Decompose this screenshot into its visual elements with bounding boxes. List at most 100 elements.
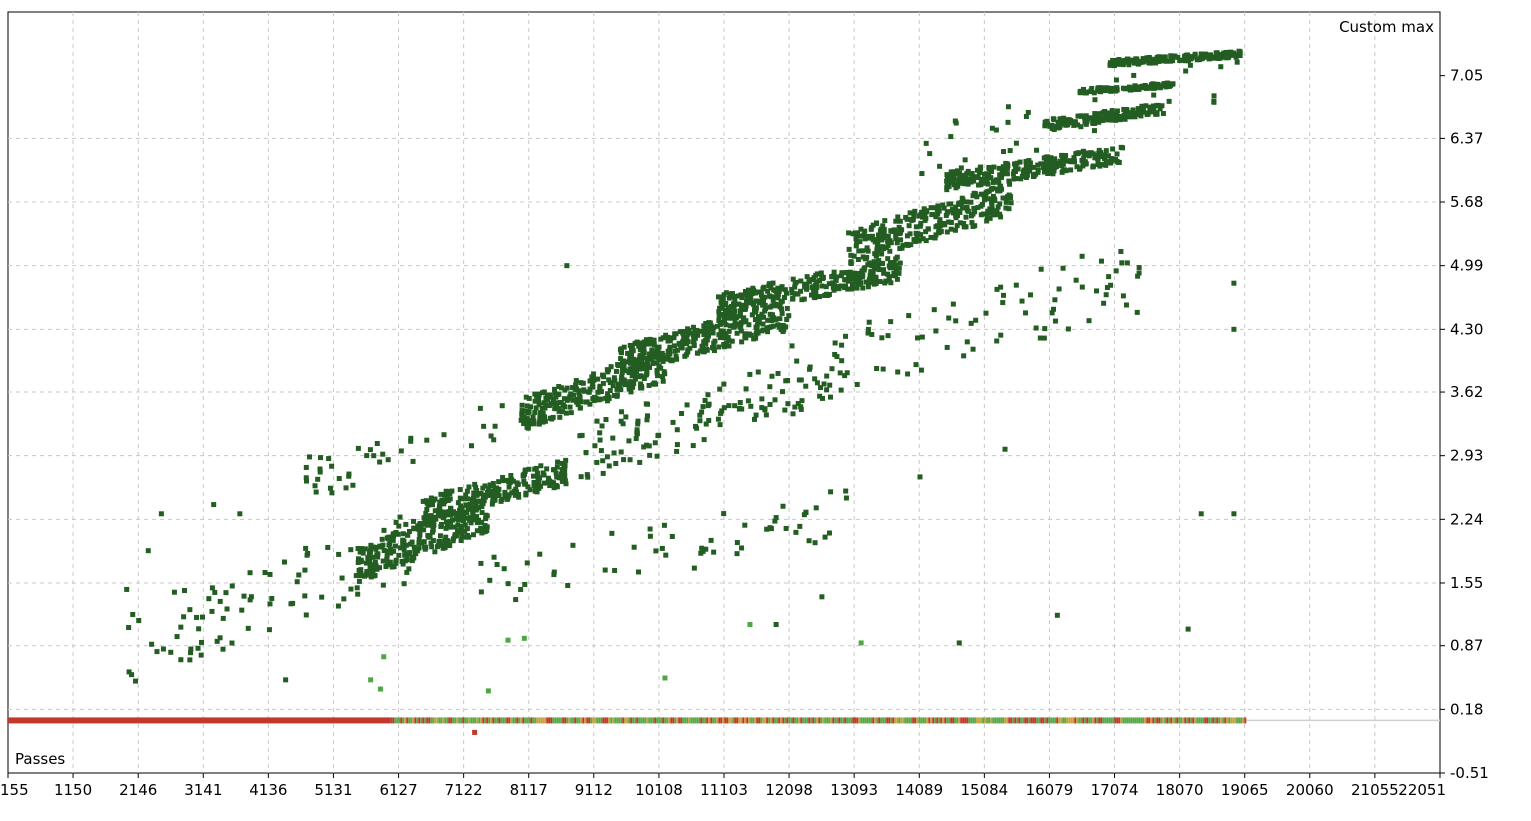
scatter-point <box>1042 326 1048 332</box>
pass-tick <box>704 717 707 724</box>
scatter-point <box>655 352 661 358</box>
scatter-point <box>636 374 642 380</box>
pass-tick <box>1180 717 1183 724</box>
pass-tick <box>1104 717 1107 724</box>
pass-tick <box>1044 717 1047 724</box>
scatter-point <box>1097 112 1103 118</box>
pass-tick <box>844 717 847 724</box>
scatter-point <box>986 172 992 178</box>
scatter-point <box>985 181 991 187</box>
scatter-point <box>764 325 770 331</box>
pass-tick <box>568 717 571 724</box>
scatter-point <box>130 611 136 617</box>
scatter-point <box>491 554 497 560</box>
scatter-point <box>1062 157 1068 163</box>
pass-tick <box>910 717 913 724</box>
pass-tick <box>466 717 469 724</box>
scatter-point <box>979 178 985 184</box>
pass-tick <box>1184 717 1187 724</box>
scatter-point <box>355 591 361 597</box>
scatter-point <box>779 310 785 316</box>
scatter-point <box>919 334 925 340</box>
scatter-point <box>838 387 844 393</box>
scatter-point <box>882 218 888 224</box>
scatter-point <box>826 281 832 287</box>
y-tick-label: 1.55 <box>1450 574 1483 592</box>
scatter-point <box>954 223 960 229</box>
pass-tick <box>1110 717 1113 724</box>
pass-tick <box>1240 717 1243 724</box>
scatter-point <box>511 490 517 496</box>
pass-tick <box>456 717 459 724</box>
scatter-point <box>647 452 653 458</box>
scatter-point <box>224 606 230 612</box>
scatter-point <box>998 332 1004 338</box>
pass-tick <box>430 717 433 724</box>
scatter-point <box>606 394 612 400</box>
pass-tick <box>744 717 747 724</box>
scatter-point <box>599 423 605 429</box>
scatter-point <box>777 316 783 322</box>
scatter-point <box>723 340 729 346</box>
scatter-point <box>618 418 624 424</box>
y-tick-label: 2.24 <box>1450 510 1483 528</box>
scatter-point <box>417 532 423 538</box>
pass-tick <box>1040 717 1043 724</box>
x-tick-label: 7122 <box>445 781 483 799</box>
scatter-point <box>403 521 409 527</box>
scatter-point <box>970 211 976 217</box>
pass-tick <box>770 717 773 724</box>
pass-tick <box>614 717 617 724</box>
pass-tick <box>566 717 569 724</box>
scatter-point <box>925 226 931 232</box>
scatter-point <box>948 226 954 232</box>
pass-tick <box>722 717 725 724</box>
pass-tick <box>1210 717 1213 724</box>
scatter-point <box>842 373 848 379</box>
scatter-point <box>804 274 810 280</box>
scatter-point <box>470 509 476 515</box>
scatter-point <box>124 586 130 592</box>
pass-tick <box>710 717 713 724</box>
scatter-point <box>612 567 618 573</box>
scatter-point <box>312 483 318 489</box>
pass-tick <box>1128 717 1131 724</box>
pass-tick <box>830 717 833 724</box>
pass-tick <box>800 717 803 724</box>
scatter-point <box>1103 292 1109 298</box>
scatter-point <box>303 545 309 551</box>
scatter-point <box>283 677 289 683</box>
scatter-point <box>377 459 383 465</box>
scatter-point <box>896 265 902 271</box>
scatter-point <box>387 559 393 565</box>
scatter-point <box>1094 288 1100 294</box>
scatter-point <box>1093 153 1099 159</box>
x-tick-label: 19065 <box>1221 781 1269 799</box>
pass-tick <box>1172 717 1175 724</box>
scatter-point <box>1114 151 1120 157</box>
scatter-point <box>237 511 243 517</box>
scatter-point-light <box>377 686 383 692</box>
scatter-point <box>994 338 1000 344</box>
pass-tick <box>502 717 505 724</box>
scatter-point <box>467 501 473 507</box>
pass-tick <box>484 717 487 724</box>
scatter-point <box>1159 103 1165 109</box>
scatter-point <box>494 485 500 491</box>
pass-tick <box>1016 717 1019 724</box>
scatter-point <box>762 308 768 314</box>
scatter-point <box>439 521 445 527</box>
pass-tick <box>792 717 795 724</box>
pass-tick <box>544 717 547 724</box>
scatter-point <box>553 482 559 488</box>
scatter-point <box>1187 56 1193 62</box>
pass-tick <box>920 717 923 724</box>
pass-tick <box>1014 717 1017 724</box>
scatter-point <box>600 470 606 476</box>
scatter-point <box>937 163 943 169</box>
pass-tick <box>908 717 911 724</box>
pass-tick <box>652 717 655 724</box>
scatter-point <box>929 212 935 218</box>
scatter-point <box>570 542 576 548</box>
scatter-point <box>819 594 825 600</box>
